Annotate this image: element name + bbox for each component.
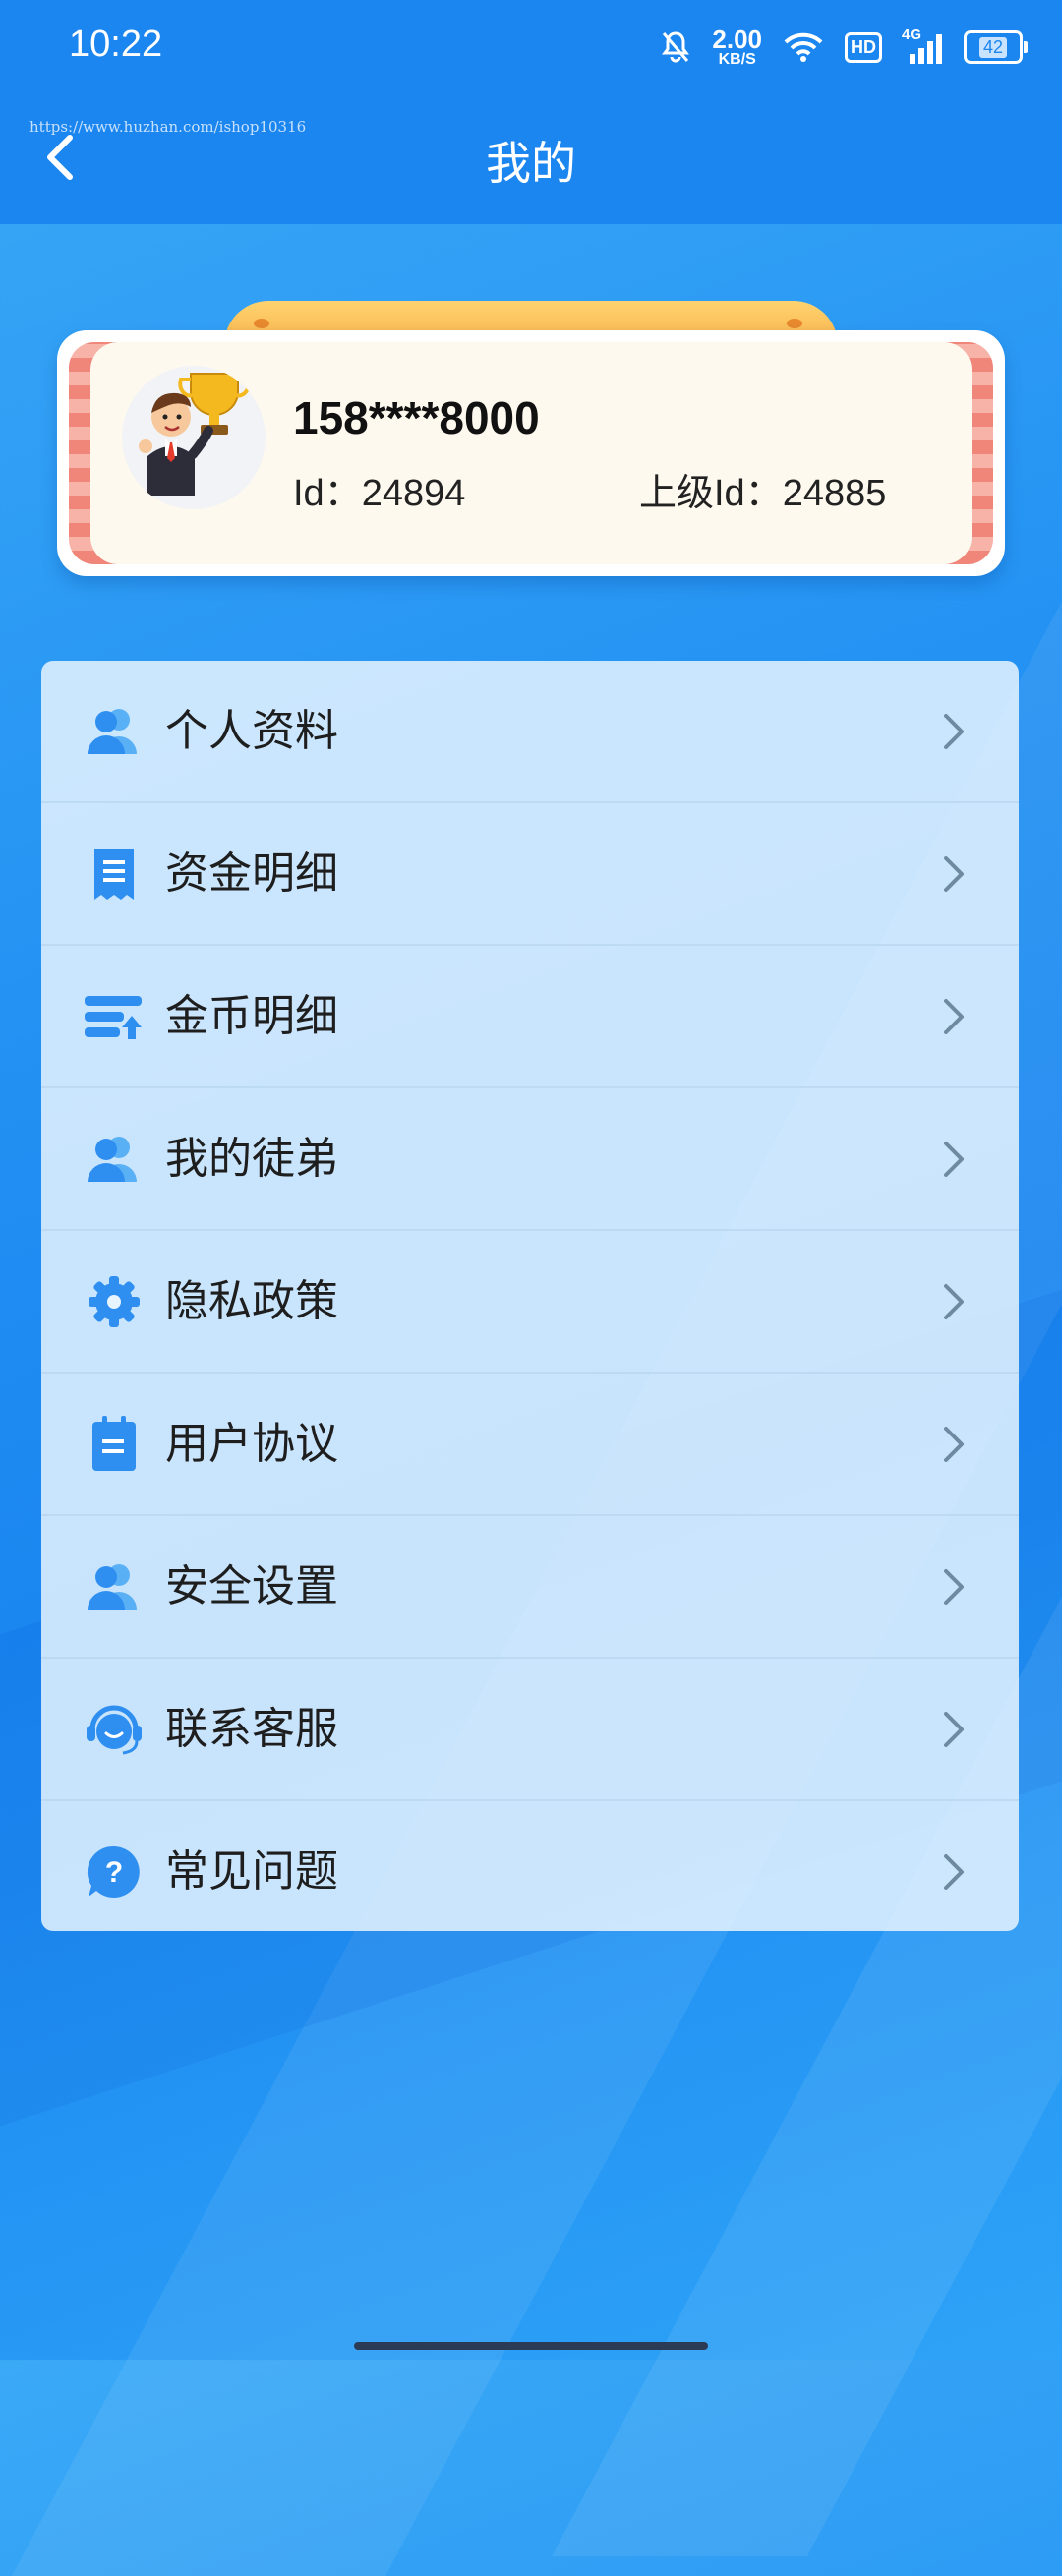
chevron-right-icon	[944, 1854, 964, 1890]
menu-item-user-agreement[interactable]: 用户协议	[41, 1374, 1019, 1516]
chevron-right-icon	[944, 1569, 964, 1605]
menu-item-my-apprentices[interactable]: 我的徒弟	[41, 1088, 1019, 1231]
status-icons: 2.00 KB/S HD 4G 42	[661, 20, 1028, 75]
home-indicator	[354, 2342, 708, 2350]
user-id-value: 24894	[361, 473, 466, 514]
settings-menu: 个人资料 资金明细 金币明细 我的徒弟 隐私政策 用户协议 安全设置 联系客服 …	[41, 661, 1019, 1931]
hd-badge: HD	[845, 31, 882, 63]
chevron-right-icon	[944, 999, 964, 1034]
chevron-right-icon	[944, 714, 964, 749]
chevron-right-icon	[944, 1284, 964, 1319]
menu-item-label: 个人资料	[165, 706, 338, 756]
net-speed: 2.00 KB/S	[712, 27, 762, 68]
menu-item-coin-details[interactable]: 金币明细	[41, 946, 1019, 1088]
parent-id-value: 24885	[782, 473, 887, 514]
bell-muted-icon	[661, 30, 690, 64]
menu-item-label: 常见问题	[165, 1846, 338, 1897]
menu-item-label: 资金明细	[165, 849, 338, 899]
network-type: 4G	[902, 27, 922, 43]
svg-text:?: ?	[105, 1856, 123, 1889]
chevron-right-icon	[944, 1712, 964, 1747]
receipt-icon	[85, 847, 144, 902]
status-bar: 10:22 2.00 KB/S HD 4G 42	[0, 0, 1062, 94]
net-speed-value: 2.00	[712, 25, 762, 54]
menu-item-label: 联系客服	[165, 1704, 338, 1754]
avatar	[122, 366, 266, 509]
users-icon	[85, 704, 144, 759]
notepad-icon	[85, 1416, 144, 1472]
coin-stack-icon	[85, 989, 144, 1044]
battery-icon: 42	[964, 30, 1028, 64]
menu-item-privacy-policy[interactable]: 隐私政策	[41, 1231, 1019, 1374]
user-id: Id：24894	[293, 462, 465, 516]
parent-id: 上级Id：24885	[639, 462, 886, 516]
signal-icon: 4G	[902, 27, 942, 64]
menu-item-label: 用户协议	[165, 1419, 338, 1469]
profile-card: 158****8000 Id：24894 上级Id：24885	[57, 295, 1005, 580]
headset-icon	[85, 1702, 144, 1757]
menu-item-faq[interactable]: ? 常见问题	[41, 1801, 1019, 1931]
page-title: 我的	[486, 137, 576, 190]
menu-item-label: 安全设置	[165, 1561, 338, 1611]
app-header: https://www.huzhan.com/ishop10316 我的	[0, 94, 1062, 224]
chevron-right-icon	[944, 856, 964, 892]
question-icon: ?	[85, 1844, 144, 1900]
menu-item-fund-details[interactable]: 资金明细	[41, 803, 1019, 946]
users-icon	[85, 1559, 144, 1614]
menu-item-security-settings[interactable]: 安全设置	[41, 1516, 1019, 1659]
user-id-label: Id：	[293, 473, 362, 514]
menu-item-profile[interactable]: 个人资料	[41, 661, 1019, 803]
menu-item-label: 金币明细	[165, 991, 338, 1041]
parent-id-label: 上级Id：	[639, 473, 783, 514]
menu-item-label: 隐私政策	[165, 1276, 338, 1326]
menu-item-contact-support[interactable]: 联系客服	[41, 1659, 1019, 1801]
chevron-right-icon	[944, 1142, 964, 1177]
chevron-right-icon	[944, 1427, 964, 1462]
user-phone: 158****8000	[293, 392, 540, 443]
gear-icon	[85, 1274, 144, 1329]
net-speed-unit: KB/S	[718, 51, 756, 68]
wifi-icon	[784, 31, 823, 63]
users-icon	[85, 1132, 144, 1187]
battery-level: 42	[978, 36, 1008, 58]
status-time: 10:22	[69, 24, 163, 65]
menu-item-label: 我的徒弟	[165, 1134, 338, 1184]
